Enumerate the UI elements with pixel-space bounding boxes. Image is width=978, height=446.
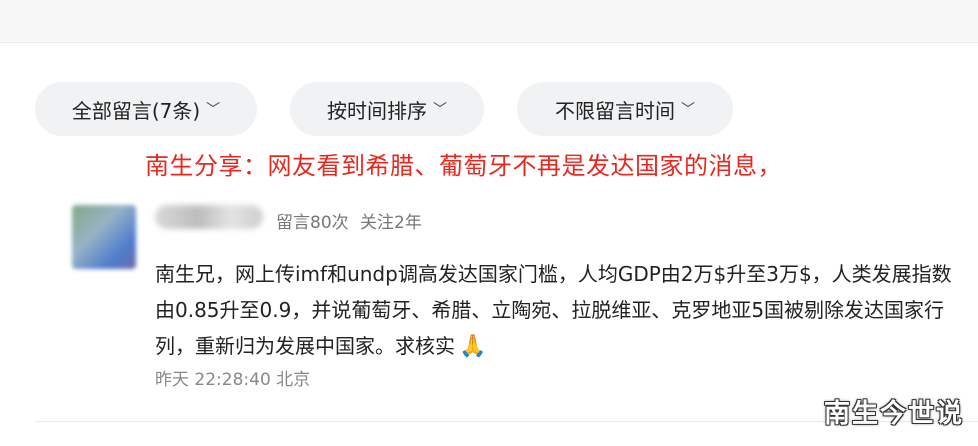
chevron-down-icon: ﹀ xyxy=(206,102,221,118)
praying-hands-icon: 🙏 xyxy=(459,334,487,359)
chevron-down-icon: ﹀ xyxy=(681,102,695,118)
filter-time-range[interactable]: 不限留言时间 ﹀ xyxy=(517,82,733,136)
filter-all-comments-label: 全部留言(7条) xyxy=(71,98,201,123)
avatar[interactable] xyxy=(72,205,136,269)
filter-time-range-label: 不限留言时间 xyxy=(555,98,675,123)
comment-timestamp: 昨天 22:28:40 北京 xyxy=(155,370,311,390)
chevron-down-icon: ﹀ xyxy=(433,102,447,118)
comment-body: 南生兄，网上传imf和undp调高发达国家门槛，人均GDP由2万$升至3万$，人… xyxy=(155,262,952,358)
user-stats: 留言80次 关注2年 xyxy=(276,208,422,233)
username-blurred[interactable] xyxy=(155,205,263,229)
watermark: 南生今世说 xyxy=(823,399,964,429)
stats-follow: 关注2年 xyxy=(360,213,422,233)
filter-sort-by-time-label: 按时间排序 xyxy=(327,98,427,123)
stats-posts: 留言80次 xyxy=(276,213,349,233)
headline: 南生分享：网友看到希腊、葡萄牙不再是发达国家的消息， xyxy=(145,152,782,180)
filter-sort-by-time[interactable]: 按时间排序 ﹀ xyxy=(290,82,484,136)
top-bar xyxy=(0,0,978,43)
filter-all-comments[interactable]: 全部留言(7条) ﹀ xyxy=(35,82,257,136)
comment-text: 南生兄，网上传imf和undp调高发达国家门槛，人均GDP由2万$升至3万$，人… xyxy=(155,256,967,365)
